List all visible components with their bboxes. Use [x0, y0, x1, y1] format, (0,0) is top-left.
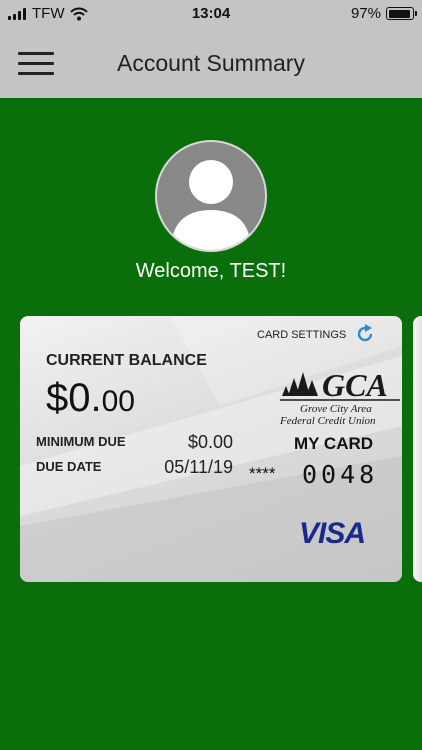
balance-cents: 00: [101, 385, 135, 418]
refresh-icon[interactable]: [355, 324, 375, 344]
next-card-peek[interactable]: [413, 316, 422, 582]
user-silhouette-icon: [171, 160, 251, 250]
gca-logo: GCA Grove City Area Federal Credit Union: [279, 367, 400, 427]
nav-bar: Account Summary: [0, 28, 422, 98]
minimum-due-label: MINIMUM DUE: [36, 434, 126, 449]
minimum-due-value: $0.00: [187, 432, 233, 452]
battery-icon: [386, 7, 417, 20]
balance-dollars: $0.: [46, 376, 102, 420]
svg-text:Grove City Area: Grove City Area: [300, 403, 372, 415]
due-date-label: DUE DATE: [36, 459, 102, 474]
battery-level: [388, 9, 410, 18]
battery-group: 97%: [350, 5, 417, 22]
svg-text:Federal Credit Union: Federal Credit Union: [279, 415, 376, 427]
card-settings-link[interactable]: CARD SETTINGS: [257, 329, 346, 341]
current-balance-label: CURRENT BALANCE: [46, 352, 207, 369]
account-card[interactable]: CARD SETTINGS CURRENT BALANCE $0.00 MINI…: [20, 316, 402, 582]
current-balance-value: $0.00: [46, 376, 135, 421]
battery-percent: 97%: [350, 5, 381, 22]
card-name: MY CARD: [294, 434, 374, 453]
avatar: [155, 140, 267, 252]
status-bar: TFW 13:04 97%: [0, 0, 422, 28]
page-title: Account Summary: [117, 50, 305, 76]
due-date-value: 05/11/19: [164, 457, 233, 477]
visa-logo: VISA: [299, 517, 366, 550]
svg-text:GCA: GCA: [322, 367, 388, 403]
card-number-mask: ****: [249, 464, 276, 483]
welcome-message: Welcome, TEST!: [135, 260, 287, 282]
card-last-four: 0048: [302, 460, 379, 489]
